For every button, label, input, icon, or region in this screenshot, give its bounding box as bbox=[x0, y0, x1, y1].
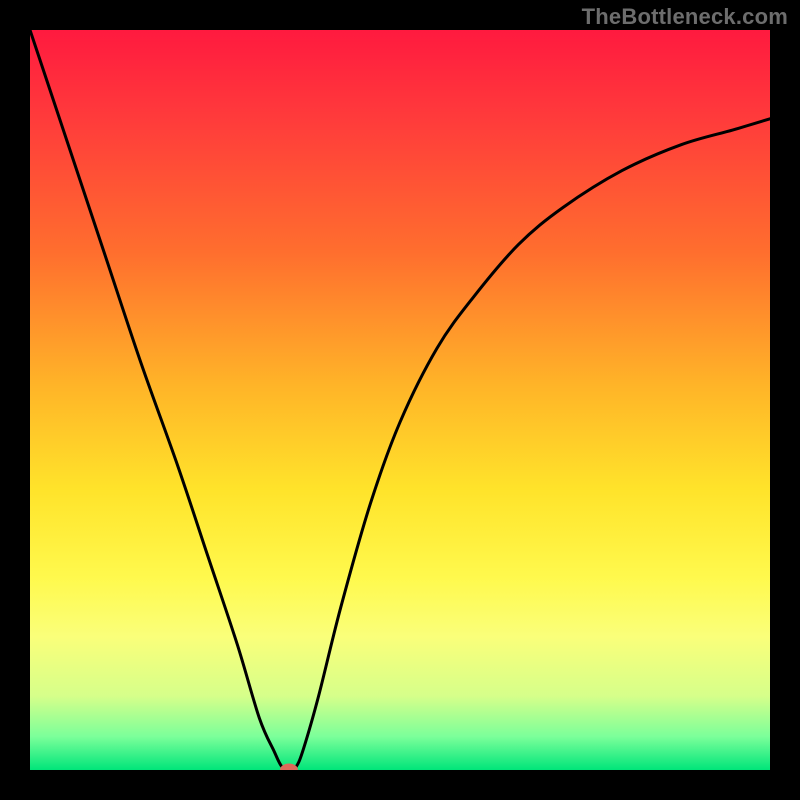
bottleneck-chart bbox=[30, 30, 770, 770]
plot-area bbox=[30, 30, 770, 770]
watermark-text: TheBottleneck.com bbox=[582, 4, 788, 30]
gradient-background bbox=[30, 30, 770, 770]
chart-frame: TheBottleneck.com bbox=[0, 0, 800, 800]
